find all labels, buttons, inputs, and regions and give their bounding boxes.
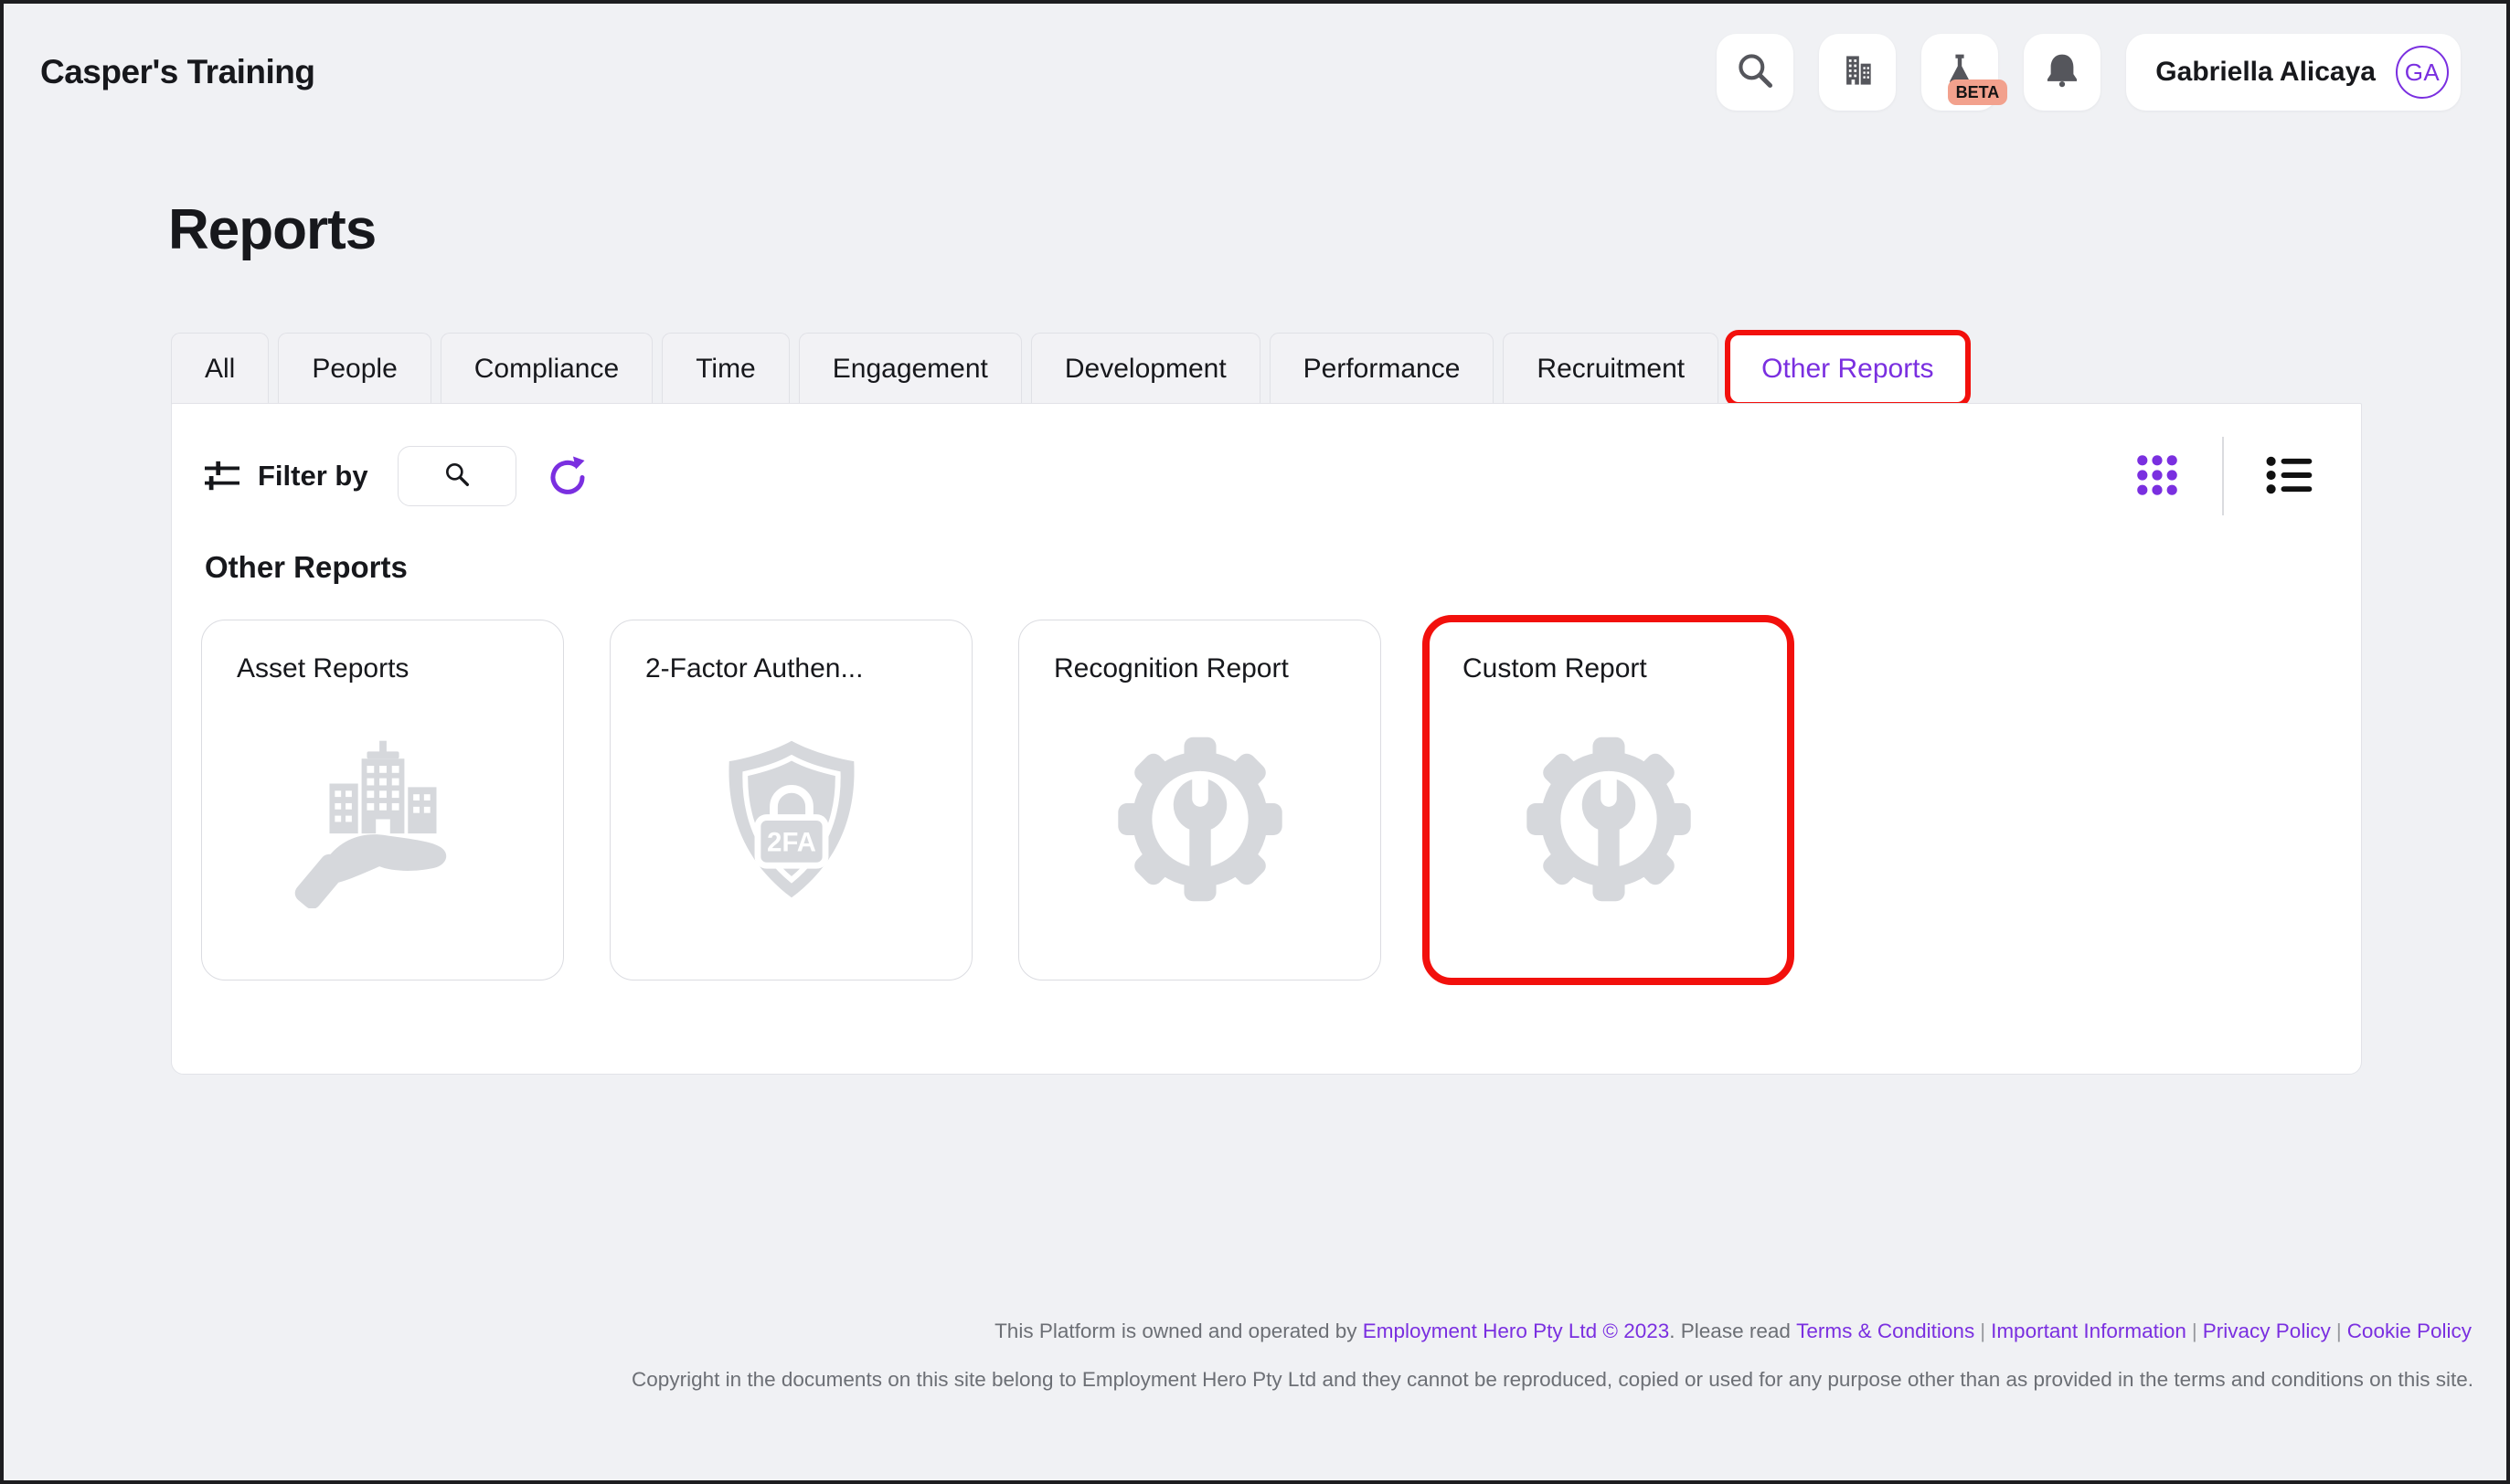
refresh-button[interactable] bbox=[546, 454, 590, 498]
reports-panel: Filter by bbox=[171, 403, 2362, 1075]
beta-badge: BETA bbox=[1948, 80, 2008, 105]
labs-beta-button[interactable]: BETA bbox=[1921, 34, 1998, 111]
filter-by-label: Filter by bbox=[258, 460, 368, 493]
footer-text: . Please read bbox=[1669, 1320, 1796, 1342]
footer-link-terms[interactable]: Terms & Conditions bbox=[1796, 1320, 1974, 1342]
avatar: GA bbox=[2396, 46, 2449, 99]
filter-sliders-icon bbox=[203, 459, 241, 493]
app-title: Casper's Training bbox=[40, 53, 315, 91]
buildings-icon bbox=[1837, 50, 1877, 95]
app-window: Casper's Training bbox=[0, 0, 2510, 1484]
footer-link-privacy-policy[interactable]: Privacy Policy bbox=[2203, 1320, 2331, 1342]
footer-line-2: Copyright in the documents on this site … bbox=[632, 1368, 2473, 1392]
tab-time[interactable]: Time bbox=[662, 333, 790, 404]
hand-holding-buildings-icon bbox=[293, 730, 472, 908]
user-name: Gabriella Alicaya bbox=[2155, 57, 2376, 88]
view-toggle-divider bbox=[2222, 437, 2224, 515]
card-custom-report[interactable]: Custom Report bbox=[1427, 620, 1790, 980]
tab-recruitment[interactable]: Recruitment bbox=[1503, 333, 1718, 404]
tab-engagement[interactable]: Engagement bbox=[799, 333, 1022, 404]
card-title: 2-Factor Authen... bbox=[645, 653, 937, 684]
card-recognition-report[interactable]: Recognition Report bbox=[1018, 620, 1381, 980]
top-bar: Casper's Training bbox=[4, 4, 2506, 141]
card-title: Recognition Report bbox=[1054, 653, 1345, 684]
card-title: Custom Report bbox=[1462, 653, 1754, 684]
search-icon bbox=[442, 460, 472, 493]
tab-people[interactable]: People bbox=[278, 333, 431, 404]
footer-link-cookie-policy[interactable]: Cookie Policy bbox=[2347, 1320, 2472, 1342]
footer-link-important-information[interactable]: Important Information bbox=[1991, 1320, 2186, 1342]
footer-separator: | bbox=[1974, 1320, 1991, 1342]
tab-all[interactable]: All bbox=[171, 333, 269, 404]
footer-separator: | bbox=[2186, 1320, 2203, 1342]
list-view-button[interactable] bbox=[2264, 450, 2313, 503]
organisations-button[interactable] bbox=[1819, 34, 1896, 111]
gear-wrench-icon bbox=[1111, 730, 1289, 908]
search-input[interactable] bbox=[398, 446, 516, 506]
card-title: Asset Reports bbox=[237, 653, 528, 684]
user-menu[interactable]: Gabriella Alicaya GA bbox=[2126, 34, 2461, 111]
search-button[interactable] bbox=[1717, 34, 1793, 111]
report-cards-grid: Asset Reports bbox=[201, 620, 2361, 980]
page-title: Reports bbox=[168, 197, 376, 262]
footer-text: This Platform is owned and operated by bbox=[994, 1320, 1363, 1342]
footer-line-1: This Platform is owned and operated by E… bbox=[994, 1320, 2472, 1343]
tab-compliance[interactable]: Compliance bbox=[441, 333, 653, 404]
toolbar: Filter by bbox=[203, 444, 2313, 508]
grid-view-icon bbox=[2132, 450, 2182, 503]
search-icon bbox=[1735, 50, 1775, 95]
tab-other-reports[interactable]: Other Reports bbox=[1728, 333, 1967, 404]
bell-icon bbox=[2042, 50, 2082, 95]
svg-text:2FA: 2FA bbox=[767, 829, 816, 858]
tab-performance[interactable]: Performance bbox=[1270, 333, 1494, 404]
footer-link-employment-hero[interactable]: Employment Hero Pty Ltd © 2023 bbox=[1363, 1320, 1670, 1342]
refresh-icon bbox=[546, 454, 590, 498]
tab-other-reports-label: Other Reports bbox=[1761, 354, 1933, 385]
card-2fa-report[interactable]: 2-Factor Authen... 2FA bbox=[610, 620, 973, 980]
grid-view-button[interactable] bbox=[2132, 450, 2182, 503]
list-view-icon bbox=[2264, 450, 2313, 503]
gear-wrench-icon bbox=[1519, 730, 1697, 908]
report-category-tabs: All People Compliance Time Engagement De… bbox=[171, 333, 1968, 404]
2fa-shield-lock-icon: 2FA bbox=[702, 730, 880, 908]
section-title: Other Reports bbox=[205, 550, 2361, 585]
notifications-button[interactable] bbox=[2024, 34, 2101, 111]
card-asset-reports[interactable]: Asset Reports bbox=[201, 620, 564, 980]
footer-separator: | bbox=[2331, 1320, 2347, 1342]
tab-development[interactable]: Development bbox=[1031, 333, 1260, 404]
